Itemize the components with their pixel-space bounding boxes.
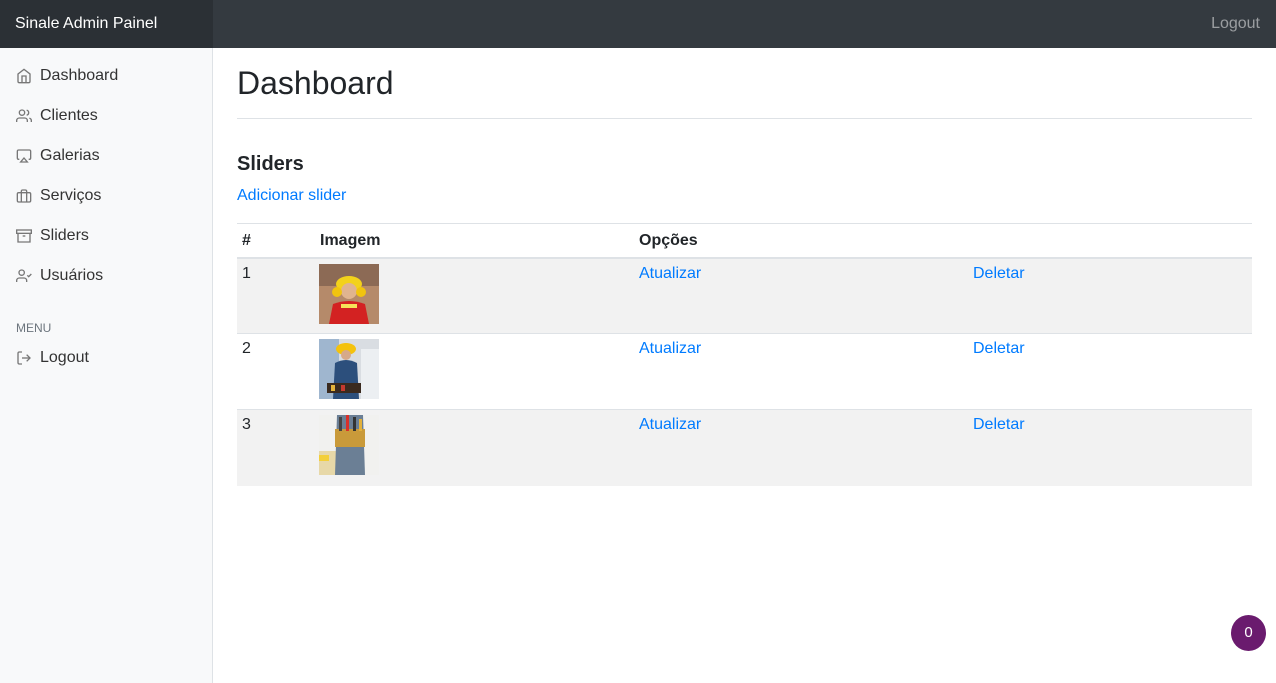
row-delete-cell: Deletar [968,409,1252,486]
sidebar-item-galerias[interactable]: Galerias [0,136,212,176]
sidebar-item-label: Logout [40,349,89,366]
page-title: Dashboard [237,64,1252,119]
delete-link[interactable]: Deletar [973,265,1025,282]
column-header-id: # [237,223,315,259]
sidebar-item-label: Usuários [40,267,104,284]
sliders-table: # Imagem Opções 1 Atualizar Deletar 2 At… [237,223,1252,486]
column-header-blank [968,223,1252,259]
sidebar-menu-heading: MENU [16,321,52,335]
sidebar: Dashboard Clientes Galerias Serviços Sli… [0,48,213,683]
sidebar-item-servicos[interactable]: Serviços [0,176,212,216]
top-navbar: Sinale Admin Painel Logout [0,0,1276,48]
sidebar-item-label: Galerias [40,147,100,164]
slider-thumbnail [319,263,379,324]
delete-link[interactable]: Deletar [973,340,1025,357]
log-out-icon [17,351,31,365]
slider-thumbnail [319,339,379,399]
sidebar-item-label: Sliders [40,227,89,244]
row-delete-cell: Deletar [968,333,1252,410]
table-row: 3 Atualizar Deletar [237,409,1252,486]
airplay-icon [16,149,32,163]
sidebar-item-label: Clientes [40,107,98,124]
row-image-cell [315,409,634,486]
briefcase-icon [16,189,32,203]
table-row: 1 Atualizar Deletar [237,257,1252,334]
column-header-options: Opções [634,223,968,259]
sidebar-item-label: Dashboard [40,67,119,84]
row-update-cell: Atualizar [634,409,968,486]
row-update-cell: Atualizar [634,333,968,410]
archive-icon [16,229,32,243]
brand-title[interactable]: Sinale Admin Painel [0,0,213,48]
home-icon [17,68,31,84]
users-icon [16,109,32,122]
sidebar-item-dashboard[interactable]: Dashboard [0,56,212,96]
row-delete-cell: Deletar [968,257,1252,334]
section-title: Sliders [237,153,304,175]
notification-badge[interactable]: 0 [1231,615,1266,651]
row-image-cell [315,257,634,334]
table-row: 2 Atualizar Deletar [237,333,1252,410]
sidebar-item-clientes[interactable]: Clientes [0,96,212,136]
update-link[interactable]: Atualizar [639,265,701,282]
column-header-image: Imagem [315,223,634,259]
row-update-cell: Atualizar [634,257,968,334]
slider-thumbnail [319,415,379,475]
table-header-row: # Imagem Opções [237,223,1252,259]
sidebar-item-usuarios[interactable]: Usuários [0,256,212,296]
sidebar-item-logout[interactable]: Logout [0,338,212,378]
row-image-cell [315,333,634,410]
sidebar-item-label: Serviços [40,187,102,204]
row-id: 1 [237,257,315,334]
row-id: 2 [237,333,315,410]
delete-link[interactable]: Deletar [973,416,1025,433]
row-id: 3 [237,409,315,486]
update-link[interactable]: Atualizar [639,416,701,433]
update-link[interactable]: Atualizar [639,340,701,357]
navbar-logout-link[interactable]: Logout [1211,0,1260,48]
sidebar-item-sliders[interactable]: Sliders [0,216,212,256]
user-check-icon [16,269,32,282]
main-content: Dashboard Sliders Adicionar slider # Ima… [237,48,1252,486]
add-slider-link[interactable]: Adicionar slider [237,187,346,205]
